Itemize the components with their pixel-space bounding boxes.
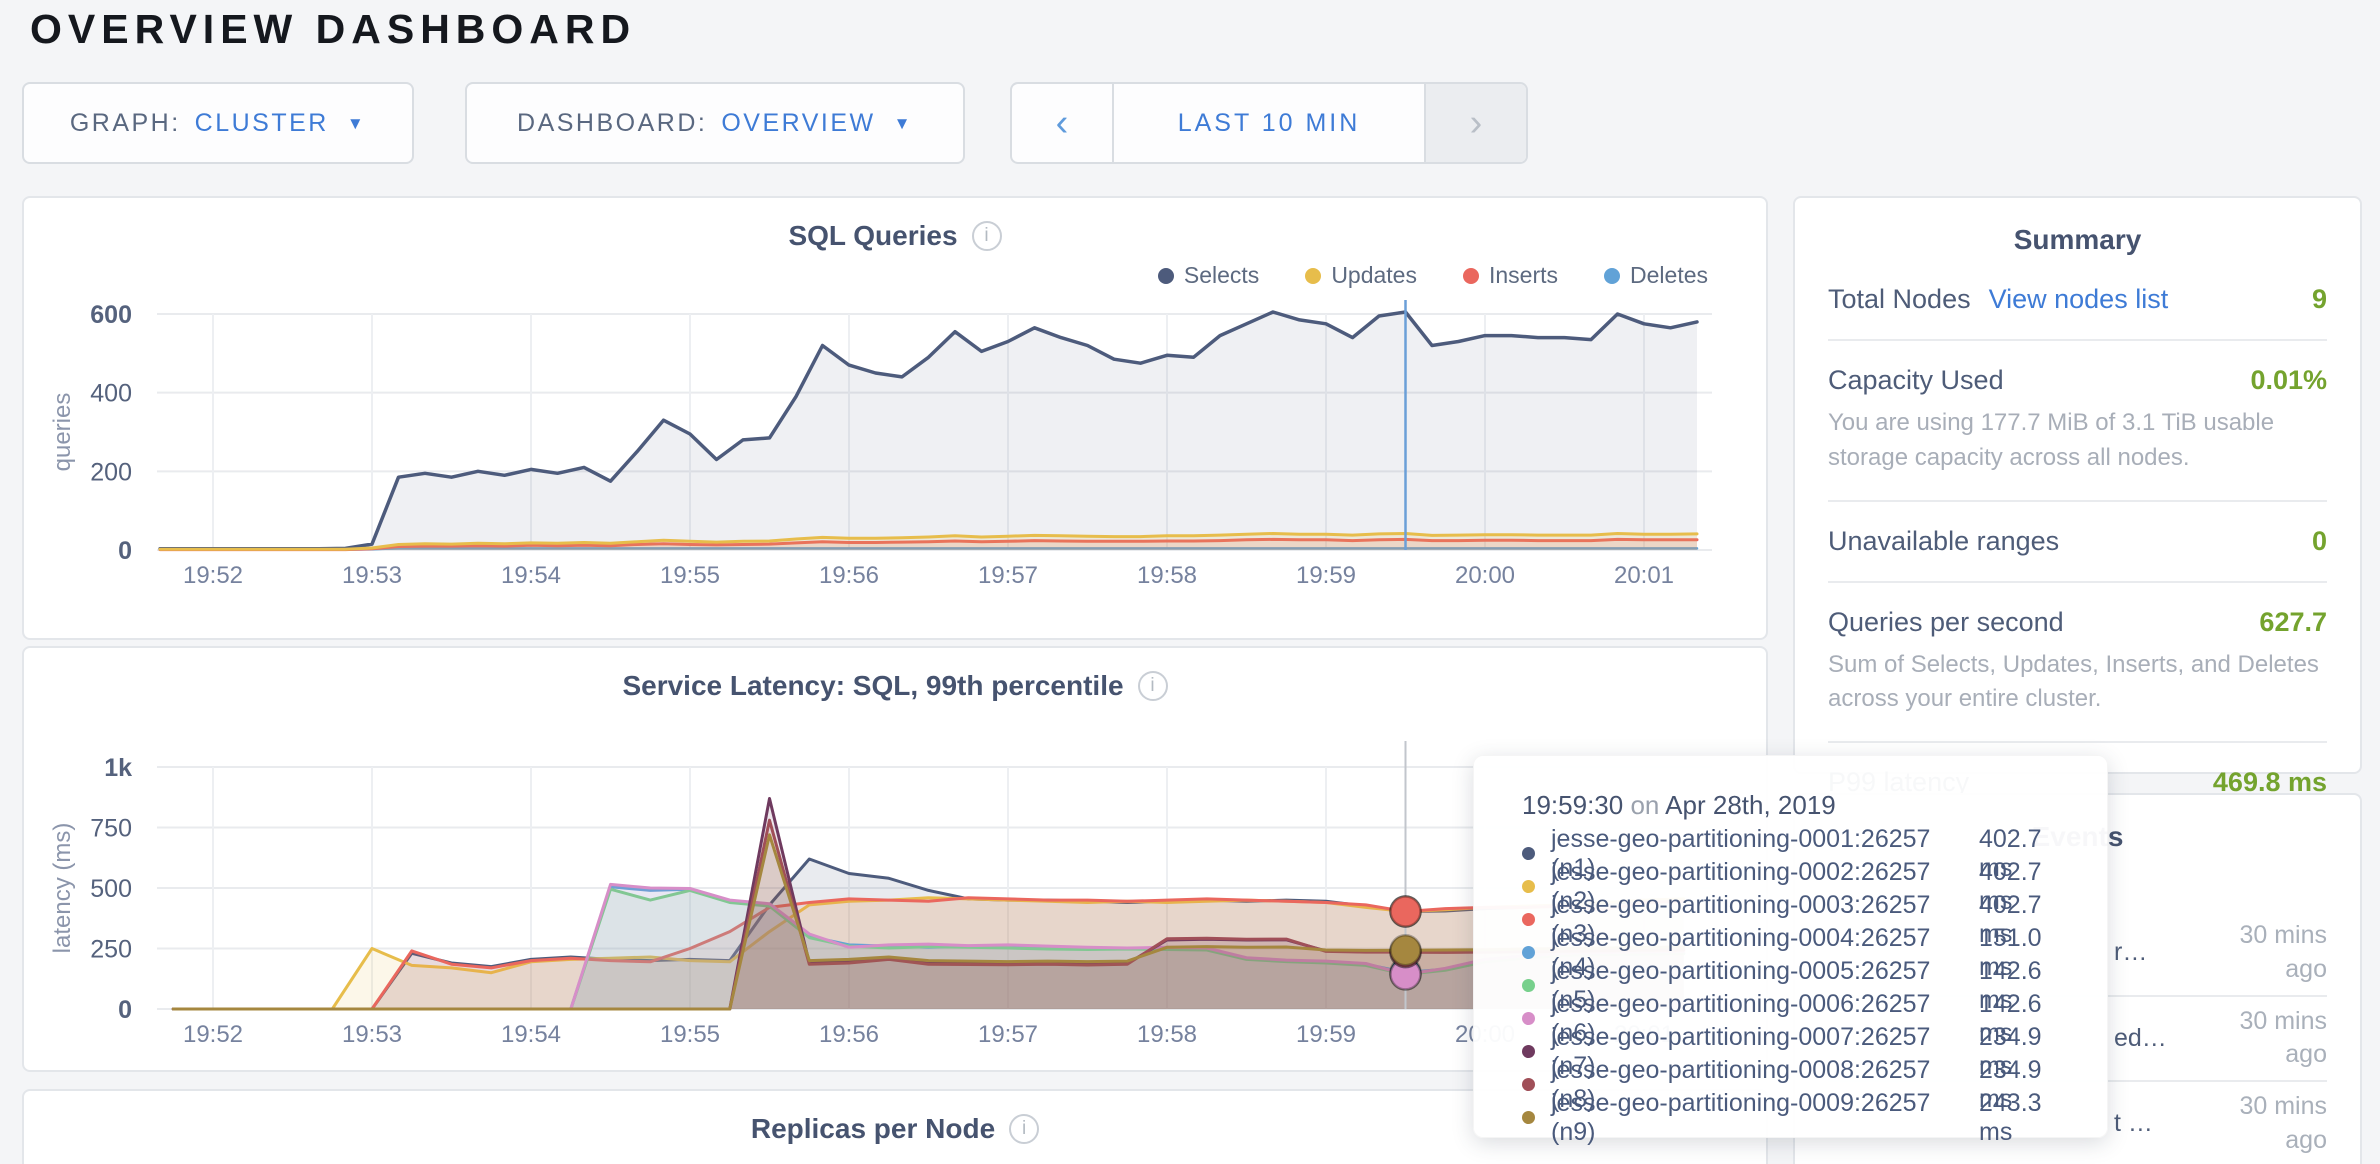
event-title: t …	[2114, 1109, 2153, 1138]
total-nodes-label: Total Nodes	[1828, 284, 1971, 315]
qps-description: Sum of Selects, Updates, Inserts, and De…	[1828, 648, 2327, 718]
series-dot-icon	[1522, 1078, 1535, 1091]
summary-row-capacity: Capacity Used 0.01% You are using 177.7 …	[1828, 341, 2327, 502]
capacity-description: You are using 177.7 MiB of 3.1 TiB usabl…	[1828, 406, 2327, 476]
series-dot-icon	[1522, 979, 1535, 992]
tooltip-time: 19:59:30	[1522, 790, 1623, 820]
time-range-label[interactable]: LAST 10 MIN	[1114, 84, 1424, 162]
tooltip-date: Apr 28th, 2019	[1665, 790, 1836, 820]
svg-text:19:59: 19:59	[1296, 562, 1356, 589]
svg-text:latency (ms): latency (ms)	[49, 823, 76, 954]
time-range-selector: ‹ LAST 10 MIN ›	[1010, 82, 1528, 164]
svg-text:19:53: 19:53	[342, 1021, 402, 1048]
replicas-title: Replicas per Node	[751, 1113, 995, 1145]
series-dot-icon	[1522, 946, 1535, 959]
svg-text:1k: 1k	[104, 754, 132, 782]
qps-value: 627.7	[2259, 607, 2327, 638]
svg-text:500: 500	[90, 875, 132, 903]
svg-text:19:56: 19:56	[819, 562, 879, 589]
tooltip-rows: jesse-geo-partitioning-0001:26257 (n1) 4…	[1522, 837, 2077, 1134]
info-icon[interactable]: i	[1009, 1114, 1039, 1144]
svg-text:queries: queries	[49, 393, 76, 472]
summary-title: Summary	[1828, 224, 2327, 256]
svg-text:20:01: 20:01	[1614, 562, 1674, 589]
event-title: ed…	[2114, 1024, 2167, 1053]
svg-text:19:58: 19:58	[1137, 1021, 1197, 1048]
svg-text:19:54: 19:54	[501, 562, 561, 589]
view-nodes-list-link[interactable]: View nodes list	[1989, 284, 2169, 315]
summary-row-unavailable: Unavailable ranges 0	[1828, 502, 2327, 583]
unavailable-ranges-value: 0	[2312, 526, 2327, 557]
capacity-label: Capacity Used	[1828, 365, 2004, 396]
event-time: 30 mins ago	[2205, 919, 2327, 987]
svg-text:600: 600	[90, 301, 132, 329]
event-title: r…	[2114, 938, 2147, 967]
svg-text:250: 250	[90, 936, 132, 964]
series-dot-icon	[1522, 1111, 1535, 1124]
graph-dropdown[interactable]: GRAPH: CLUSTER ▼	[22, 82, 414, 164]
event-time: 30 mins ago	[2205, 1090, 2327, 1158]
event-time: 30 mins ago	[2205, 1005, 2327, 1073]
summary-panel: Summary Total Nodes View nodes list 9 Ca…	[1793, 196, 2362, 774]
overview-dashboard-page: OVERVIEW DASHBOARD GRAPH: CLUSTER ▼ DASH…	[0, 0, 2380, 1164]
series-dot-icon	[1522, 847, 1535, 860]
dashboard-dropdown[interactable]: DASHBOARD: OVERVIEW ▼	[465, 82, 965, 164]
chevron-down-icon: ▼	[894, 114, 913, 134]
graph-dropdown-label: GRAPH:	[70, 109, 181, 138]
series-dot-icon	[1522, 1012, 1535, 1025]
svg-text:19:57: 19:57	[978, 1021, 1038, 1048]
chart-hover-tooltip: 19:59:30 on Apr 28th, 2019 jesse-geo-par…	[1473, 755, 2108, 1138]
svg-text:19:52: 19:52	[183, 1021, 243, 1048]
time-range-prev-button[interactable]: ‹	[1012, 84, 1114, 162]
svg-text:19:59: 19:59	[1296, 1021, 1356, 1048]
page-title: OVERVIEW DASHBOARD	[30, 6, 636, 53]
chevron-down-icon: ▼	[347, 114, 366, 134]
total-nodes-value: 9	[2312, 284, 2327, 315]
svg-text:750: 750	[90, 815, 132, 843]
summary-row-total-nodes: Total Nodes View nodes list 9	[1828, 260, 2327, 341]
tooltip-on: on	[1630, 790, 1659, 820]
svg-text:19:52: 19:52	[183, 562, 243, 589]
summary-row-qps: Queries per second 627.7 Sum of Selects,…	[1828, 583, 2327, 744]
svg-text:20:00: 20:00	[1455, 562, 1515, 589]
chevron-right-icon: ›	[1470, 102, 1483, 145]
svg-text:0: 0	[118, 996, 132, 1024]
svg-text:400: 400	[90, 380, 132, 408]
tooltip-node-name: jesse-geo-partitioning-0009:26257 (n9)	[1551, 1089, 1979, 1147]
svg-text:19:56: 19:56	[819, 1021, 879, 1048]
dashboard-dropdown-value: OVERVIEW	[721, 109, 875, 138]
tooltip-header: 19:59:30 on Apr 28th, 2019	[1522, 790, 2077, 821]
svg-text:19:55: 19:55	[660, 1021, 720, 1048]
unavailable-ranges-label: Unavailable ranges	[1828, 526, 2059, 557]
series-dot-icon	[1522, 880, 1535, 893]
series-dot-icon	[1522, 913, 1535, 926]
tooltip-node-value: 243.3 ms	[1979, 1089, 2077, 1147]
time-range-next-button[interactable]: ›	[1424, 84, 1526, 162]
svg-text:19:58: 19:58	[1137, 562, 1197, 589]
svg-text:19:54: 19:54	[501, 1021, 561, 1048]
svg-text:19:57: 19:57	[978, 562, 1038, 589]
sql-queries-chart[interactable]: 0 200 400 600 19:52 19:53 19:54 19:55 19:56 19:57…	[24, 198, 1766, 638]
dashboard-dropdown-label: DASHBOARD:	[517, 109, 707, 138]
graph-dropdown-value: CLUSTER	[195, 109, 329, 138]
series-dot-icon	[1522, 1045, 1535, 1058]
svg-text:0: 0	[118, 537, 132, 565]
qps-label: Queries per second	[1828, 607, 2064, 638]
capacity-value: 0.01%	[2250, 365, 2327, 396]
svg-text:19:53: 19:53	[342, 562, 402, 589]
chevron-left-icon: ‹	[1056, 102, 1069, 145]
svg-text:19:55: 19:55	[660, 562, 720, 589]
tooltip-row: jesse-geo-partitioning-0009:26257 (n9) 2…	[1522, 1101, 2077, 1134]
svg-text:200: 200	[90, 458, 132, 486]
sql-queries-panel: SQL Queries i Selects Updates Inserts De…	[22, 196, 1768, 640]
